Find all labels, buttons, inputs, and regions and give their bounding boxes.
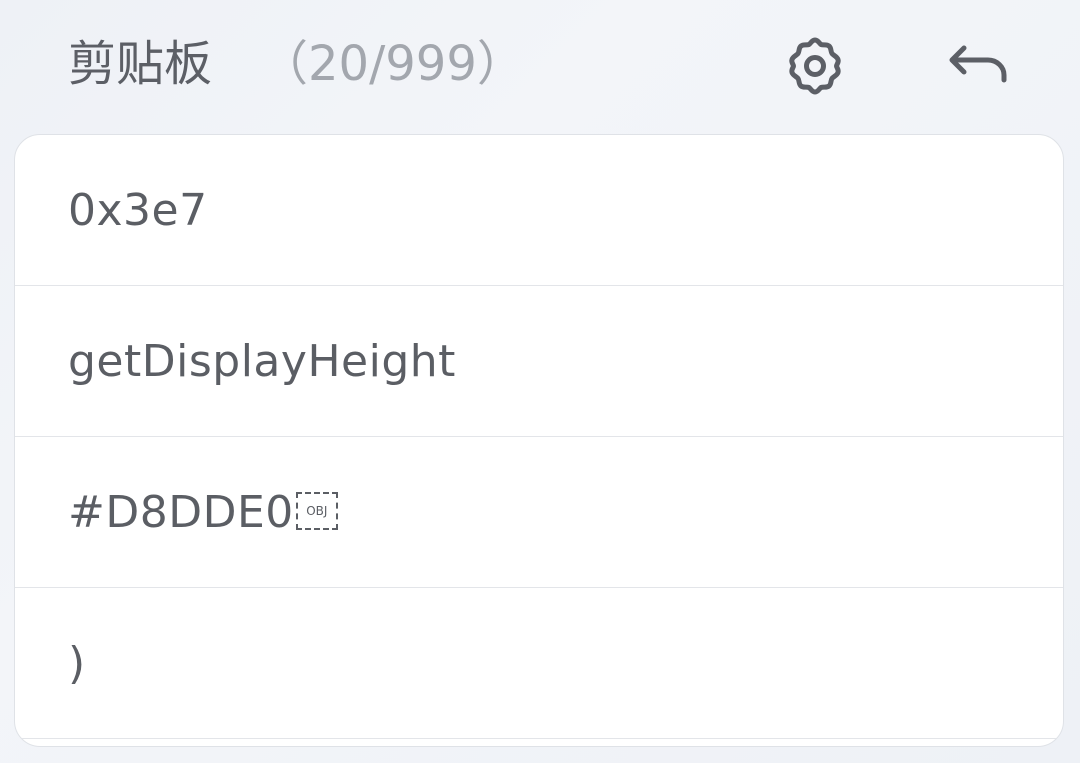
gear-icon xyxy=(789,37,841,95)
clipboard-item-content: #D8DDE0 OBJ xyxy=(68,485,338,541)
item-count: （20/999） xyxy=(260,36,525,92)
object-replacement-glyph: OBJ xyxy=(295,492,338,530)
settings-button[interactable] xyxy=(779,30,851,102)
clipboard-item[interactable]: ) xyxy=(15,588,1063,739)
back-button[interactable] xyxy=(941,30,1013,102)
clipboard-list: 0x3e7 getDisplayHeight #D8DDE0 OBJ ) xyxy=(14,134,1064,747)
clipboard-item-text: ) xyxy=(68,638,86,689)
clipboard-item-text: #D8DDE0 xyxy=(68,487,294,538)
clipboard-item-text: getDisplayHeight xyxy=(68,336,456,387)
clipboard-item[interactable]: 0x3e7 xyxy=(15,135,1063,286)
header: 剪贴板 （20/999） xyxy=(0,0,1080,130)
clipboard-item-text: 0x3e7 xyxy=(68,185,208,236)
clipboard-item[interactable]: getDisplayHeight xyxy=(15,286,1063,437)
undo-arrow-icon xyxy=(949,45,1007,83)
clipboard-item[interactable]: #D8DDE0 OBJ xyxy=(15,437,1063,588)
page-title: 剪贴板 xyxy=(68,36,213,92)
